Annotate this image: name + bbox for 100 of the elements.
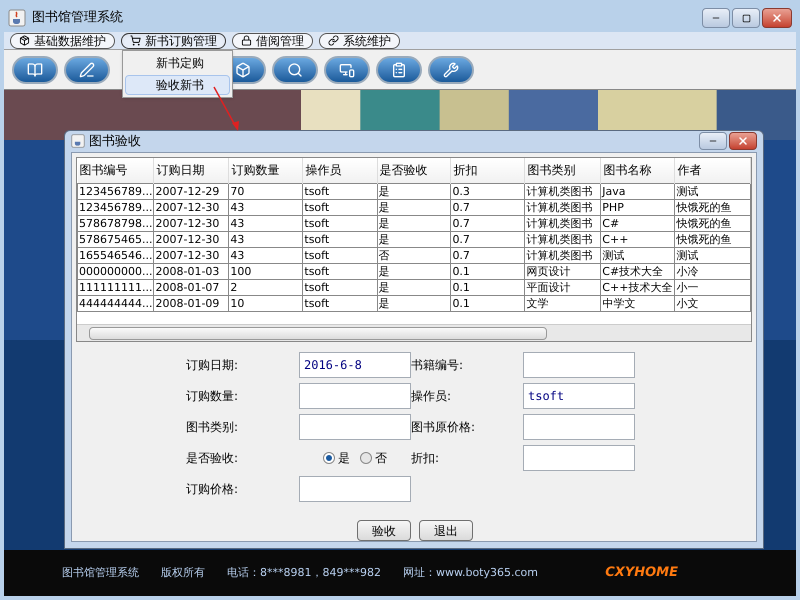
toolbar-button[interactable] bbox=[64, 56, 110, 84]
field-label: 折扣: bbox=[411, 450, 440, 467]
table-cell: 中学文 bbox=[600, 296, 675, 312]
table-cell: 平面设计 bbox=[524, 280, 601, 296]
table-cell: tsoft bbox=[302, 280, 378, 296]
close-icon bbox=[771, 12, 783, 24]
table-cell: 444444444... bbox=[78, 296, 154, 312]
java-cup-icon bbox=[8, 9, 26, 27]
table-cell: 43 bbox=[228, 200, 303, 216]
input-field[interactable]: 2016-6-8 bbox=[299, 352, 411, 378]
table-cell: 000000000... bbox=[78, 264, 154, 280]
table-cell: Java bbox=[600, 184, 675, 200]
field-label: 书籍编号: bbox=[411, 357, 464, 374]
close-icon bbox=[737, 135, 749, 148]
column-header[interactable]: 订购数量 bbox=[228, 158, 303, 184]
menu-icon bbox=[130, 35, 141, 46]
column-header[interactable]: 图书名称 bbox=[600, 158, 675, 184]
input-field[interactable] bbox=[299, 476, 411, 502]
table-cell: tsoft bbox=[302, 184, 378, 200]
input-field[interactable] bbox=[523, 445, 635, 471]
table-cell: 计算机类图书 bbox=[524, 200, 601, 216]
column-header[interactable]: 折扣 bbox=[450, 158, 525, 184]
radio-button[interactable]: 否 bbox=[360, 449, 387, 467]
menu-button[interactable]: 新书订购管理 bbox=[121, 32, 226, 48]
footer-text: 版权所有 bbox=[161, 564, 205, 581]
input-field[interactable] bbox=[299, 414, 411, 440]
close-button[interactable] bbox=[762, 8, 792, 28]
table-cell: 100 bbox=[228, 264, 303, 280]
column-header[interactable]: 订购日期 bbox=[154, 158, 229, 184]
table-cell: 测试 bbox=[674, 248, 750, 264]
field-label: 是否验收: bbox=[186, 450, 240, 467]
dialog-button[interactable]: 退出 bbox=[419, 520, 473, 541]
pen-icon bbox=[79, 62, 95, 78]
input-field[interactable] bbox=[299, 383, 411, 409]
radio-button[interactable]: 是 bbox=[323, 449, 350, 467]
table-cell: 2007-12-30 bbox=[154, 216, 229, 232]
toolbar-button[interactable] bbox=[12, 56, 58, 84]
input-field[interactable] bbox=[523, 352, 635, 378]
dialog-button[interactable]: 验收 bbox=[357, 520, 411, 541]
horizontal-scrollbar[interactable] bbox=[77, 324, 751, 341]
input-field[interactable]: tsoft bbox=[523, 383, 635, 409]
table-cell: tsoft bbox=[302, 200, 378, 216]
toolbar-button[interactable] bbox=[324, 56, 370, 84]
field-label: 操作员: bbox=[411, 388, 452, 405]
table-cell: 否 bbox=[377, 248, 451, 264]
menu-icon bbox=[328, 35, 339, 46]
table-cell: 是 bbox=[377, 280, 451, 296]
column-header[interactable]: 是否验收 bbox=[377, 158, 451, 184]
table-cell: 578675465... bbox=[78, 232, 154, 248]
table-cell: tsoft bbox=[302, 216, 378, 232]
table-cell: tsoft bbox=[302, 296, 378, 312]
table-cell: 123456789... bbox=[78, 200, 154, 216]
dialog-title: 图书验收 bbox=[89, 132, 142, 150]
field-label: 图书类别: bbox=[186, 419, 240, 436]
toolbar-button[interactable] bbox=[428, 56, 474, 84]
java-cup-icon bbox=[71, 134, 85, 148]
box-icon bbox=[235, 62, 251, 78]
table-cell: 2008-01-09 bbox=[154, 296, 229, 312]
book-icon bbox=[27, 62, 43, 78]
maximize-button[interactable] bbox=[732, 8, 760, 28]
table-cell: 2008-01-07 bbox=[154, 280, 229, 296]
search-icon bbox=[287, 62, 303, 78]
table-cell: 计算机类图书 bbox=[524, 232, 601, 248]
table-cell: 43 bbox=[228, 232, 303, 248]
table-cell: 0.1 bbox=[450, 296, 525, 312]
column-header[interactable]: 操作员 bbox=[302, 158, 378, 184]
table-cell: 70 bbox=[228, 184, 303, 200]
column-header[interactable]: 作者 bbox=[674, 158, 750, 184]
column-header[interactable]: 图书类别 bbox=[524, 158, 601, 184]
window-title: 图书馆管理系统 bbox=[32, 9, 124, 28]
menu-item[interactable]: 验收新书 bbox=[125, 75, 230, 95]
toolbar-button[interactable] bbox=[272, 56, 318, 84]
table-cell: tsoft bbox=[302, 264, 378, 280]
table-cell: 111111111... bbox=[78, 280, 154, 296]
table-cell: 是 bbox=[377, 216, 451, 232]
toolbar-button[interactable] bbox=[376, 56, 422, 84]
menu-button[interactable]: 基础数据维护 bbox=[10, 32, 115, 48]
table-cell: PHP bbox=[600, 200, 675, 216]
table-cell: 43 bbox=[228, 248, 303, 264]
table-cell: 0.7 bbox=[450, 216, 525, 232]
column-header[interactable]: 图书编号 bbox=[78, 158, 154, 184]
menu-button[interactable]: 借阅管理 bbox=[232, 32, 313, 48]
field-label: 订购日期: bbox=[186, 357, 240, 374]
logo: CXYHOME bbox=[605, 564, 678, 582]
clipboard-icon bbox=[391, 62, 407, 78]
table-cell: 123456789... bbox=[78, 184, 154, 200]
table-cell: tsoft bbox=[302, 248, 378, 264]
table-cell: 578678798... bbox=[78, 216, 154, 232]
table-cell: 2007-12-29 bbox=[154, 184, 229, 200]
menu-button[interactable]: 系统维护 bbox=[319, 32, 400, 48]
table-cell: 快饿死的鱼 bbox=[674, 200, 750, 216]
input-field[interactable] bbox=[523, 414, 635, 440]
table-cell: 0.3 bbox=[450, 184, 525, 200]
table-cell: 0.7 bbox=[450, 200, 525, 216]
table-cell: C#技术大全 bbox=[600, 264, 675, 280]
table-cell: 2 bbox=[228, 280, 303, 296]
menu-icon bbox=[241, 35, 252, 46]
close-button[interactable] bbox=[729, 132, 757, 150]
table-cell: 是 bbox=[377, 184, 451, 200]
menu-item[interactable]: 新书定购 bbox=[125, 53, 230, 73]
